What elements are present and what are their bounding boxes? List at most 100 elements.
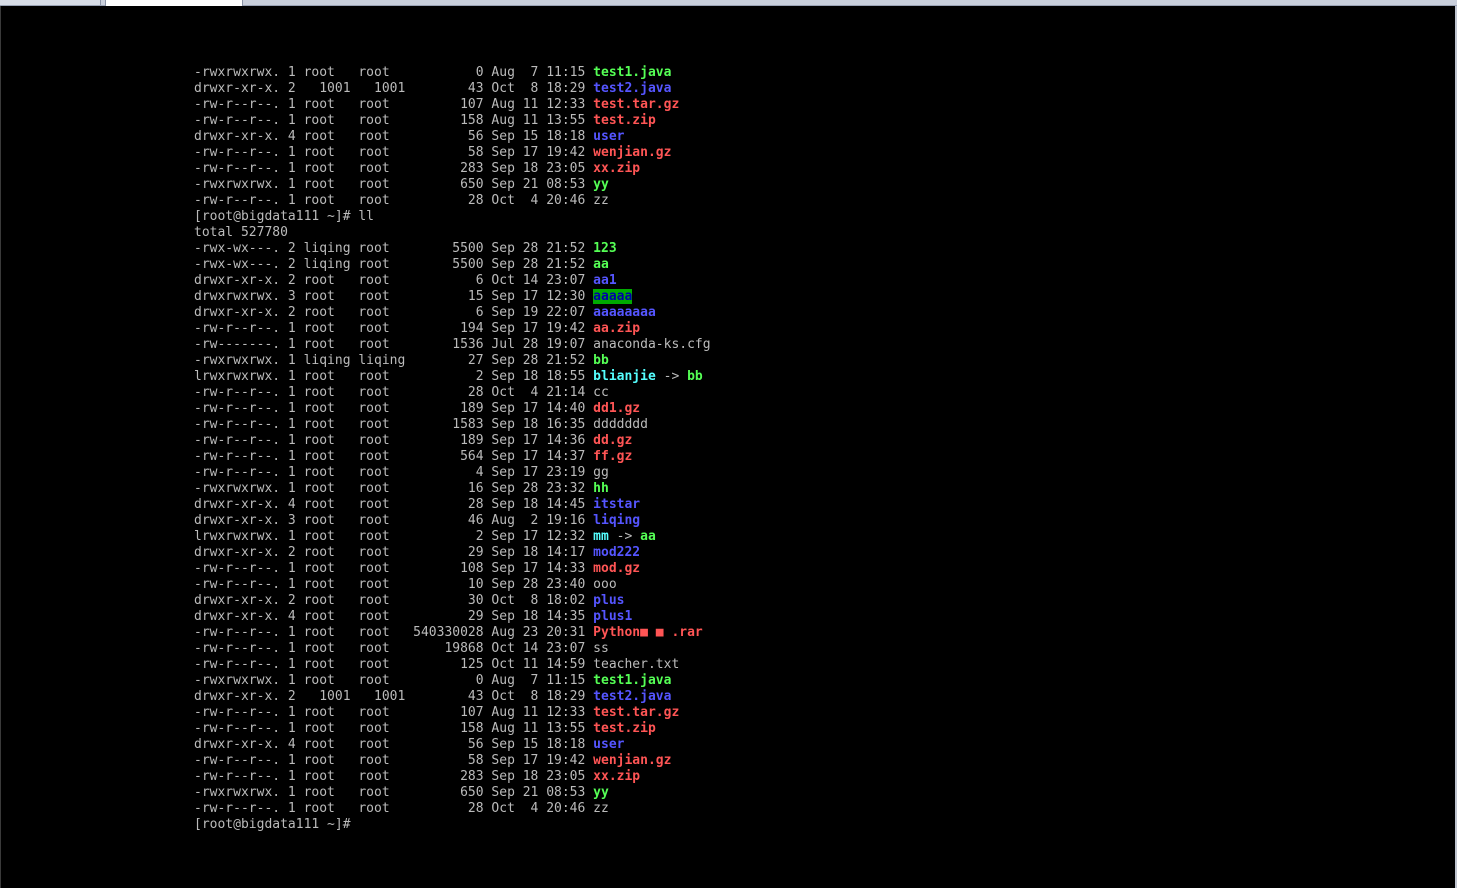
file-name: ddddddd xyxy=(593,417,648,432)
listing-row: drwxr-xr-x. 3 root root 46 Aug 2 19:16 l… xyxy=(194,513,711,529)
file-attributes: drwxr-xr-x. 2 root root 6 Oct 14 23:07 xyxy=(194,273,594,288)
listing-row: drwxr-xr-x. 2 1001 1001 43 Oct 8 18:29 t… xyxy=(194,689,711,705)
file-name: ff.gz xyxy=(593,449,633,464)
file-attributes: lrwxrwxrwx. 1 root root 2 Sep 18 18:55 xyxy=(194,369,594,384)
file-attributes: -rw-r--r--. 1 root root 19868 Oct 14 23:… xyxy=(194,641,594,656)
file-name: mod222 xyxy=(593,545,641,560)
listing-row-symlink: lrwxrwxrwx. 1 root root 2 Sep 17 12:32 m… xyxy=(194,529,711,545)
file-attributes: drwxr-xr-x. 2 1001 1001 43 Oct 8 18:29 xyxy=(194,81,594,96)
file-attributes: drwxr-xr-x. 2 root root 6 Sep 19 22:07 xyxy=(194,305,594,320)
file-attributes: -rw-r--r--. 1 root root 58 Sep 17 19:42 xyxy=(194,753,594,768)
listing-row: -rw-r--r--. 1 root root 107 Aug 11 12:33… xyxy=(194,97,711,113)
line-text: [root@bigdata111 ~]# ll xyxy=(194,209,375,224)
file-name: aa1 xyxy=(593,273,617,288)
file-attributes: -rw-r--r--. 1 root root 189 Sep 17 14:36 xyxy=(194,433,594,448)
listing-row: -rw-r--r--. 1 root root 189 Sep 17 14:36… xyxy=(194,433,711,449)
listing-row: -rwx-wx---. 2 liqing root 5500 Sep 28 21… xyxy=(194,241,711,257)
listing-row: -rw-r--r--. 1 root root 108 Sep 17 14:33… xyxy=(194,561,711,577)
terminal-output[interactable]: -rwxrwxrwx. 1 root root 0 Aug 7 11:15 te… xyxy=(194,65,711,833)
file-attributes: -rwxrwxrwx. 1 root root 0 Aug 7 11:15 xyxy=(194,65,594,80)
window-border-left xyxy=(0,6,1,888)
file-name: zz xyxy=(593,193,609,208)
file-name: gg xyxy=(593,465,609,480)
file-name: hh xyxy=(593,481,609,496)
file-name: test2.java xyxy=(593,81,672,96)
listing-row: -rw-r--r--. 1 root root 564 Sep 17 14:37… xyxy=(194,449,711,465)
listing-row: -rw-r--r--. 1 root root 19868 Oct 14 23:… xyxy=(194,641,711,657)
file-name: test.tar.gz xyxy=(593,705,680,720)
file-attributes: drwxr-xr-x. 2 root root 30 Oct 8 18:02 xyxy=(194,593,594,608)
listing-row: -rw-r--r--. 1 root root 158 Aug 11 13:55… xyxy=(194,721,711,737)
file-name: teacher.txt xyxy=(593,657,680,672)
file-attributes: -rw-r--r--. 1 root root 283 Sep 18 23:05 xyxy=(194,161,594,176)
listing-row: drwxr-xr-x. 4 root root 28 Sep 18 14:45 … xyxy=(194,497,711,513)
file-name: Python■ ■ .rar xyxy=(593,625,703,640)
file-attributes: drwxr-xr-x. 4 root root 56 Sep 15 18:18 xyxy=(194,129,594,144)
listing-row: -rw-r--r--. 1 root root 107 Aug 11 12:33… xyxy=(194,705,711,721)
file-name: test1.java xyxy=(593,65,672,80)
file-attributes: drwxr-xr-x. 4 root root 56 Sep 15 18:18 xyxy=(194,737,594,752)
file-name: zz xyxy=(593,801,609,816)
line-text: total 527780 xyxy=(194,225,288,240)
file-name: xx.zip xyxy=(593,161,641,176)
file-attributes: drwxr-xr-x. 2 1001 1001 43 Oct 8 18:29 xyxy=(194,689,594,704)
listing-row: -rwxrwxrwx. 1 root root 16 Sep 28 23:32 … xyxy=(194,481,711,497)
line-text: [root@bigdata111 ~]# xyxy=(194,817,351,832)
listing-row: -rw-------. 1 root root 1536 Jul 28 19:0… xyxy=(194,337,711,353)
file-attributes: -rw-r--r--. 1 root root 28 Oct 4 21:14 xyxy=(194,385,594,400)
file-attributes: -rwxrwxrwx. 1 root root 16 Sep 28 23:32 xyxy=(194,481,594,496)
tab-active[interactable] xyxy=(105,0,243,6)
file-name: aaaaaaaa xyxy=(593,305,656,320)
listing-row: drwxr-xr-x. 4 root root 56 Sep 15 18:18 … xyxy=(194,129,711,145)
file-name: test.zip xyxy=(593,721,656,736)
file-attributes: -rwxrwxrwx. 1 root root 650 Sep 21 08:53 xyxy=(194,177,594,192)
listing-row: -rw-r--r--. 1 root root 125 Oct 11 14:59… xyxy=(194,657,711,673)
file-name: test.zip xyxy=(593,113,656,128)
symlink-arrow: -> xyxy=(608,529,641,544)
file-attributes: -rw-r--r--. 1 root root 189 Sep 17 14:40 xyxy=(194,401,594,416)
listing-row: drwxr-xr-x. 4 root root 29 Sep 18 14:35 … xyxy=(194,609,711,625)
file-name: wenjian.gz xyxy=(593,145,672,160)
file-attributes: -rw-r--r--. 1 root root 194 Sep 17 19:42 xyxy=(194,321,594,336)
file-name: dd1.gz xyxy=(593,401,641,416)
file-attributes: -rwxrwxrwx. 1 liqing liqing 27 Sep 28 21… xyxy=(194,353,594,368)
file-name: wenjian.gz xyxy=(593,753,672,768)
listing-row: -rw-r--r--. 1 root root 10 Sep 28 23:40 … xyxy=(194,577,711,593)
file-attributes: -rwxrwxrwx. 1 root root 0 Aug 7 11:15 xyxy=(194,673,594,688)
listing-row: drwxr-xr-x. 2 root root 29 Sep 18 14:17 … xyxy=(194,545,711,561)
listing-row: -rwxrwxrwx. 1 root root 0 Aug 7 11:15 te… xyxy=(194,65,711,81)
file-attributes: lrwxrwxrwx. 1 root root 2 Sep 17 12:32 xyxy=(194,529,594,544)
listing-row: -rw-r--r--. 1 root root 283 Sep 18 23:05… xyxy=(194,161,711,177)
file-attributes: drwxr-xr-x. 4 root root 28 Sep 18 14:45 xyxy=(194,497,594,512)
file-attributes: -rw-r--r--. 1 root root 10 Sep 28 23:40 xyxy=(194,577,594,592)
listing-row: drwxr-xr-x. 2 root root 6 Oct 14 23:07 a… xyxy=(194,273,711,289)
listing-row-symlink: lrwxrwxrwx. 1 root root 2 Sep 18 18:55 b… xyxy=(194,369,711,385)
file-attributes: -rwxrwxrwx. 1 root root 650 Sep 21 08:53 xyxy=(194,785,594,800)
symlink-target: bb xyxy=(687,369,703,384)
shell-prompt: [root@bigdata111 ~]# xyxy=(194,817,711,833)
file-attributes: -rw-r--r--. 1 root root 28 Oct 4 20:46 xyxy=(194,801,594,816)
listing-row: -rw-r--r--. 1 root root 28 Oct 4 20:46 z… xyxy=(194,801,711,817)
file-attributes: drwxr-xr-x. 2 root root 29 Sep 18 14:17 xyxy=(194,545,594,560)
file-name: xx.zip xyxy=(593,769,641,784)
listing-row: -rwxrwxrwx. 1 root root 0 Aug 7 11:15 te… xyxy=(194,673,711,689)
file-name: aa.zip xyxy=(593,321,641,336)
tab-bar xyxy=(0,0,1457,6)
listing-row: -rw-r--r--. 1 root root 189 Sep 17 14:40… xyxy=(194,401,711,417)
listing-row: -rwxrwxrwx. 1 root root 650 Sep 21 08:53… xyxy=(194,785,711,801)
tab-inactive[interactable] xyxy=(0,0,101,5)
listing-row: -rw-r--r--. 1 root root 283 Sep 18 23:05… xyxy=(194,769,711,785)
file-name: user xyxy=(593,129,625,144)
symlink-arrow: -> xyxy=(655,369,688,384)
file-name: test.tar.gz xyxy=(593,97,680,112)
file-name: plus xyxy=(593,593,625,608)
file-attributes: -rw-r--r--. 1 root root 540330028 Aug 23… xyxy=(194,625,594,640)
listing-row: -rw-r--r--. 1 root root 58 Sep 17 19:42 … xyxy=(194,753,711,769)
listing-row: -rwxrwxrwx. 1 root root 650 Sep 21 08:53… xyxy=(194,177,711,193)
file-attributes: -rw-r--r--. 1 root root 158 Aug 11 13:55 xyxy=(194,721,594,736)
file-name: aaaaa xyxy=(593,289,633,304)
listing-row: -rw-r--r--. 1 root root 4 Sep 17 23:19 g… xyxy=(194,465,711,481)
file-name: anaconda-ks.cfg xyxy=(593,337,711,352)
listing-row: -rw-r--r--. 1 root root 1583 Sep 18 16:3… xyxy=(194,417,711,433)
file-attributes: -rw-r--r--. 1 root root 283 Sep 18 23:05 xyxy=(194,769,594,784)
